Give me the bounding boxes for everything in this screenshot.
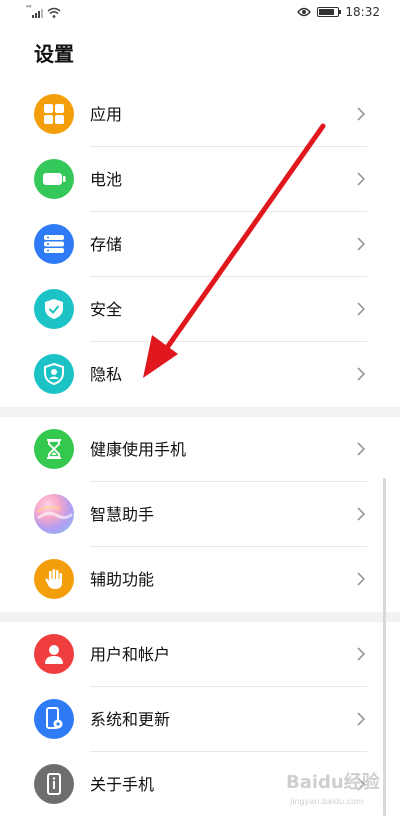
shield-check-icon	[34, 289, 74, 329]
assistant-orb-icon	[34, 494, 74, 534]
status-left: ⁴⁶	[26, 4, 61, 18]
chevron-right-icon	[357, 237, 366, 251]
settings-item-label: 隐私	[90, 365, 123, 384]
network-type-label: ⁴⁶	[26, 4, 32, 12]
settings-item-digital-balance[interactable]: 健康使用手机	[0, 417, 400, 482]
settings-item-system-update[interactable]: 系统和更新	[0, 687, 400, 752]
chevron-right-icon	[357, 572, 366, 586]
settings-item-label: 电池	[90, 170, 123, 189]
phone-settings-icon	[34, 699, 74, 739]
status-bar: ⁴⁶ 18:32	[0, 0, 400, 28]
settings-item-privacy[interactable]: 隐私	[0, 342, 400, 407]
settings-item-battery[interactable]: 电池	[0, 147, 400, 212]
wifi-icon	[47, 7, 61, 18]
page-title: 设置	[34, 42, 74, 66]
settings-item-label: 健康使用手机	[90, 440, 187, 459]
watermark-subtext: jingyan.baidu.com	[289, 797, 364, 806]
settings-item-label: 辅助功能	[90, 570, 155, 589]
apps-grid-icon	[34, 94, 74, 134]
chevron-right-icon	[357, 302, 366, 316]
settings-group-2: 健康使用手机 智慧助手 辅助功能	[0, 417, 400, 612]
storage-icon	[34, 224, 74, 264]
hourglass-icon	[34, 429, 74, 469]
settings-item-users-accounts[interactable]: 用户和帐户	[0, 622, 400, 687]
chevron-right-icon	[357, 172, 366, 186]
watermark-text: Baidu经验	[286, 771, 381, 793]
chevron-right-icon	[357, 507, 366, 521]
status-right: 18:32	[297, 5, 380, 19]
settings-item-label: 应用	[90, 105, 123, 124]
status-time: 18:32	[345, 5, 380, 19]
signal-strength-icon	[32, 6, 43, 18]
settings-item-label: 智慧助手	[90, 505, 155, 524]
battery-status-icon	[317, 7, 342, 17]
settings-item-apps[interactable]: 应用	[0, 82, 400, 147]
settings-item-label: 系统和更新	[90, 710, 171, 729]
settings-group-1: 应用 电池 存储 安全 隐私	[0, 82, 400, 407]
group-separator	[0, 612, 400, 622]
chevron-right-icon	[357, 647, 366, 661]
chevron-right-icon	[357, 442, 366, 456]
settings-item-smart-assistant[interactable]: 智慧助手	[0, 482, 400, 547]
chevron-right-icon	[357, 107, 366, 121]
chevron-right-icon	[357, 712, 366, 726]
settings-item-label: 关于手机	[90, 775, 155, 794]
chevron-right-icon	[357, 367, 366, 381]
settings-item-label: 用户和帐户	[90, 645, 171, 664]
eye-comfort-icon	[297, 7, 312, 17]
settings-item-security[interactable]: 安全	[0, 277, 400, 342]
hand-icon	[34, 559, 74, 599]
settings-item-label: 安全	[90, 300, 123, 319]
privacy-shield-icon	[34, 354, 74, 394]
user-icon	[34, 634, 74, 674]
group-separator	[0, 407, 400, 417]
settings-item-storage[interactable]: 存储	[0, 212, 400, 277]
phone-info-icon	[34, 764, 74, 804]
settings-item-label: 存储	[90, 235, 123, 254]
baidu-watermark-logo: Baidu经验 jingyan.baidu.com	[286, 771, 381, 806]
settings-item-accessibility[interactable]: 辅助功能	[0, 547, 400, 612]
battery-icon	[34, 159, 74, 199]
